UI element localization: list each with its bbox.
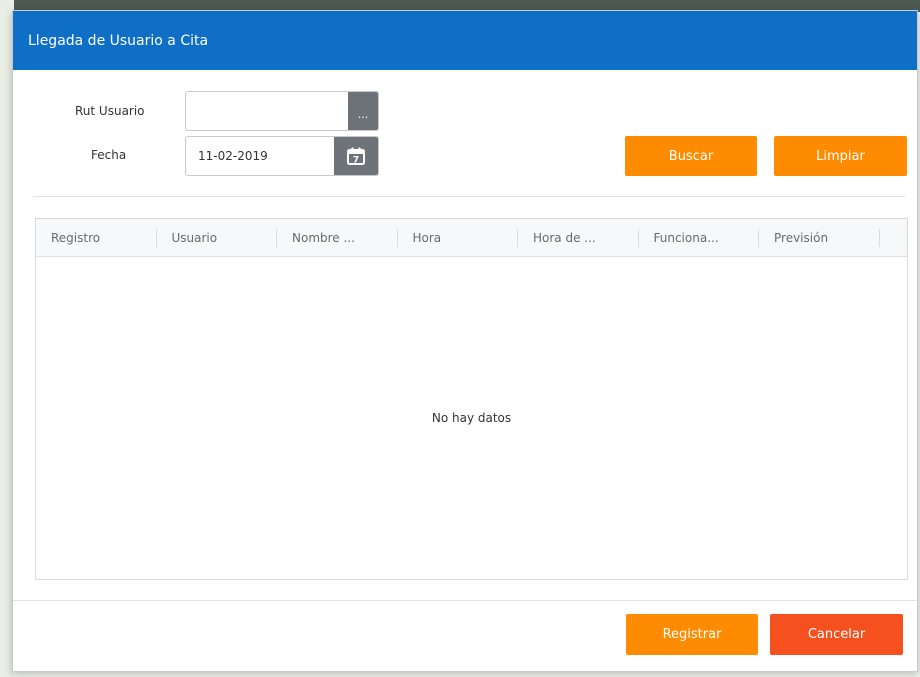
fecha-label: Fecha xyxy=(91,148,127,162)
column-header-registro[interactable]: Registro xyxy=(36,219,157,256)
dialog-title: Llegada de Usuario a Cita xyxy=(28,32,209,49)
grid-header: Registro Usuario Nombre ... Hora Hora de… xyxy=(36,219,907,257)
form-divider xyxy=(33,196,905,197)
rut-input[interactable] xyxy=(186,92,348,130)
grid-empty-message: No hay datos xyxy=(36,257,907,579)
column-header-usuario[interactable]: Usuario xyxy=(157,219,278,256)
column-header-hora-de[interactable]: Hora de ... xyxy=(518,219,639,256)
cancel-button[interactable]: Cancelar xyxy=(770,614,903,655)
column-header-hora[interactable]: Hora xyxy=(398,219,519,256)
rut-field: ... xyxy=(185,91,379,131)
arrivals-grid: Registro Usuario Nombre ... Hora Hora de… xyxy=(35,218,908,580)
rut-lookup-button[interactable]: ... xyxy=(348,92,378,130)
empty-text: No hay datos xyxy=(431,411,512,425)
fecha-field: 7 xyxy=(185,136,379,176)
fecha-input[interactable] xyxy=(186,137,334,175)
dialog-header: Llegada de Usuario a Cita xyxy=(13,11,917,70)
column-header-funcionario[interactable]: Funciona... xyxy=(639,219,760,256)
arrival-dialog: Llegada de Usuario a Cita Rut Usuario ..… xyxy=(12,10,918,672)
ellipsis-icon: ... xyxy=(357,108,369,121)
rut-label: Rut Usuario xyxy=(75,104,145,118)
calendar-day-text: 7 xyxy=(353,156,359,166)
calendar-icon: 7 xyxy=(347,147,365,165)
footer-divider xyxy=(13,600,917,601)
search-button[interactable]: Buscar xyxy=(625,136,757,176)
register-button[interactable]: Registrar xyxy=(626,614,758,655)
column-header-prevision[interactable]: Previsión xyxy=(759,219,880,256)
clear-button[interactable]: Limpiar xyxy=(774,136,907,176)
date-picker-button[interactable]: 7 xyxy=(334,137,378,175)
column-header-nombre[interactable]: Nombre ... xyxy=(277,219,398,256)
